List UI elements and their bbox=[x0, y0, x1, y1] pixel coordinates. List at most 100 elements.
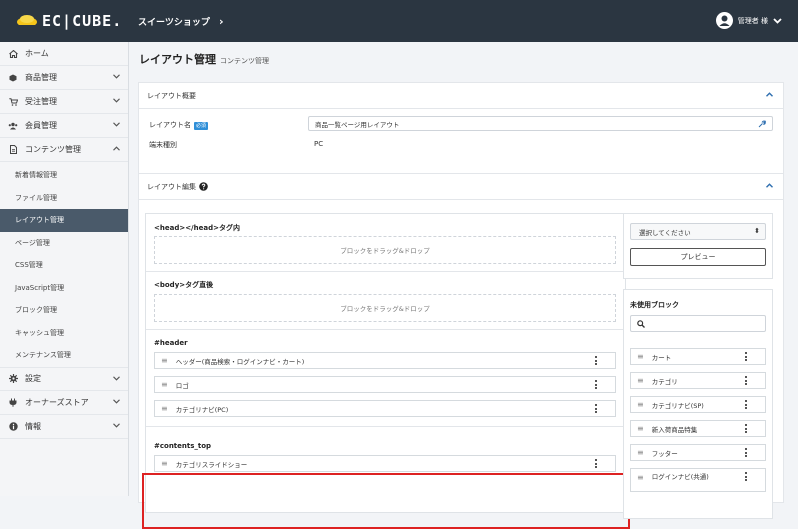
block-label: フッター bbox=[651, 449, 678, 458]
kebab-menu-icon[interactable] bbox=[595, 459, 597, 468]
drag-handle-icon[interactable]: ≡ bbox=[637, 473, 644, 482]
shop-link[interactable]: スイーツショップ › bbox=[138, 15, 224, 28]
kebab-menu-icon[interactable] bbox=[745, 472, 747, 481]
users-icon bbox=[7, 122, 19, 130]
sidebar-item-products[interactable]: 商品管理 bbox=[0, 66, 128, 90]
required-badge: 必須 bbox=[194, 122, 209, 130]
layout-name-label-text: レイアウト名 bbox=[149, 121, 191, 129]
block-category-nav-pc[interactable]: ≡ カテゴリナビ(PC) bbox=[154, 400, 616, 417]
head-zone-title: <head></head>タグ内 bbox=[154, 224, 240, 232]
file-icon bbox=[7, 145, 19, 154]
help-icon[interactable] bbox=[199, 182, 208, 191]
chevron-down-icon bbox=[113, 398, 120, 404]
sidebar-item-label: 商品管理 bbox=[25, 73, 57, 82]
edit-heading: レイアウト編集 bbox=[147, 182, 196, 191]
body-zone-title: <body>タグ直後 bbox=[154, 281, 214, 289]
sidebar-item-owners-store[interactable]: オーナーズストア bbox=[0, 391, 128, 415]
zone-divider bbox=[146, 271, 625, 272]
preview-button[interactable]: プレビュー bbox=[630, 248, 766, 266]
top-bar: EC|CUBE. スイーツショップ › 管理者 様 bbox=[0, 0, 798, 42]
user-label: 管理者 様 bbox=[737, 16, 768, 25]
sidebar-item-settings[interactable]: 設定 bbox=[0, 366, 128, 391]
drag-handle-icon[interactable]: ≡ bbox=[637, 376, 644, 385]
block-label: カート bbox=[651, 353, 672, 362]
overview-heading: レイアウト概要 bbox=[147, 91, 196, 100]
zone-divider bbox=[146, 426, 625, 427]
block-label: ヘッダー(商品検索・ログインナビ・カート) bbox=[175, 357, 305, 366]
unused-block-footer[interactable]: ≡ フッター bbox=[630, 444, 766, 461]
home-icon bbox=[7, 49, 19, 58]
drag-handle-icon[interactable]: ≡ bbox=[161, 404, 168, 413]
sidebar-item-label: 受注管理 bbox=[25, 97, 57, 106]
chevron-down-icon bbox=[773, 17, 782, 24]
drag-handle-icon[interactable]: ≡ bbox=[637, 448, 644, 457]
contents-top-zone-title: #contents_top bbox=[154, 442, 212, 450]
sidebar-subitem-maintenance[interactable]: メンテナンス管理 bbox=[0, 344, 128, 367]
kebab-menu-icon[interactable] bbox=[595, 380, 597, 389]
preview-panel: 選択してください ⬍ プレビュー bbox=[623, 213, 773, 279]
sidebar-subitem-cache[interactable]: キャッシュ管理 bbox=[0, 322, 128, 345]
logo[interactable]: EC|CUBE. bbox=[16, 11, 122, 31]
page-subtitle: コンテンツ管理 bbox=[220, 57, 269, 65]
edit-card-header[interactable]: レイアウト編集 bbox=[139, 174, 783, 200]
unused-block-category-nav-sp[interactable]: ≡ カテゴリナビ(SP) bbox=[630, 396, 766, 413]
layout-select[interactable]: 選択してください ⬍ bbox=[630, 223, 766, 240]
sidebar-subitem-layout[interactable]: レイアウト管理 bbox=[0, 209, 128, 232]
kebab-menu-icon[interactable] bbox=[745, 352, 747, 361]
main-content: レイアウト管理 コンテンツ管理 レイアウト概要 レイアウト名 必須 商品一覧ページ用… bbox=[129, 42, 798, 529]
chevron-down-icon bbox=[113, 375, 120, 381]
block-category-slideshow[interactable]: ≡ カテゴリスライドショー bbox=[154, 455, 616, 472]
block-label: ログインナビ(共通) bbox=[651, 473, 709, 481]
unused-search-input[interactable] bbox=[630, 315, 766, 332]
unused-block-login-nav[interactable]: ≡ ログインナビ(共通) bbox=[630, 468, 766, 492]
sidebar-item-contents[interactable]: コンテンツ管理 bbox=[0, 138, 128, 162]
shop-name: スイーツショップ bbox=[138, 18, 210, 28]
sidebar-item-label: ホーム bbox=[25, 49, 49, 58]
kebab-menu-icon[interactable] bbox=[745, 448, 747, 457]
kebab-menu-icon[interactable] bbox=[595, 404, 597, 413]
kebab-menu-icon[interactable] bbox=[745, 376, 747, 385]
sidebar-item-info[interactable]: 情報 bbox=[0, 415, 128, 439]
sidebar-subitem-files[interactable]: ファイル管理 bbox=[0, 187, 128, 210]
block-header-search-login-cart[interactable]: ≡ ヘッダー(商品検索・ログインナビ・カート) bbox=[154, 352, 616, 369]
sidebar-subitem-javascript[interactable]: JavaScript管理 bbox=[0, 277, 128, 300]
kebab-menu-icon[interactable] bbox=[745, 400, 747, 409]
sidebar-subitem-news[interactable]: 新着情報管理 bbox=[0, 164, 128, 187]
drag-handle-icon[interactable]: ≡ bbox=[637, 424, 644, 433]
head-drop-zone[interactable]: ブロックをドラッグ&ドロップ bbox=[154, 236, 616, 264]
body-drop-zone[interactable]: ブロックをドラッグ&ドロップ bbox=[154, 294, 616, 322]
sidebar-item-members[interactable]: 会員管理 bbox=[0, 114, 128, 138]
plug-icon bbox=[7, 398, 19, 407]
sidebar-item-label: 情報 bbox=[25, 421, 41, 431]
drag-handle-icon[interactable]: ≡ bbox=[637, 352, 644, 361]
sidebar-subitem-css[interactable]: CSS管理 bbox=[0, 254, 128, 277]
info-icon bbox=[7, 421, 19, 431]
drag-handle-icon[interactable]: ≡ bbox=[637, 400, 644, 409]
drag-handle-icon[interactable]: ≡ bbox=[161, 459, 168, 468]
unused-block-cart[interactable]: ≡ カート bbox=[630, 348, 766, 365]
unused-block-new-items[interactable]: ≡ 新入荷商品特集 bbox=[630, 420, 766, 437]
cart-icon bbox=[7, 97, 19, 106]
sidebar-subitem-pages[interactable]: ページ管理 bbox=[0, 232, 128, 255]
layout-name-input[interactable]: 商品一覧ページ用レイアウト bbox=[308, 116, 773, 131]
block-logo[interactable]: ≡ ロゴ bbox=[154, 376, 616, 393]
collapse-icon[interactable] bbox=[766, 92, 773, 97]
sidebar-item-orders[interactable]: 受注管理 bbox=[0, 90, 128, 114]
sidebar-item-label: 会員管理 bbox=[25, 121, 57, 130]
overview-card-header[interactable]: レイアウト概要 bbox=[139, 83, 783, 109]
user-menu[interactable]: 管理者 様 bbox=[715, 12, 782, 29]
collapse-icon[interactable] bbox=[766, 183, 773, 188]
kebab-menu-icon[interactable] bbox=[595, 356, 597, 365]
sidebar-item-home[interactable]: ホーム bbox=[0, 42, 128, 66]
logo-mark-icon bbox=[17, 15, 37, 27]
device-label: 端末種別 bbox=[149, 141, 177, 149]
chevron-down-icon bbox=[113, 74, 120, 79]
kebab-menu-icon[interactable] bbox=[745, 424, 747, 433]
drag-handle-icon[interactable]: ≡ bbox=[161, 356, 168, 365]
unused-block-category[interactable]: ≡ カテゴリ bbox=[630, 372, 766, 389]
block-label: ロゴ bbox=[175, 381, 189, 390]
drag-handle-icon[interactable]: ≡ bbox=[161, 380, 168, 389]
sidebar-subitem-blocks[interactable]: ブロック管理 bbox=[0, 299, 128, 322]
search-icon bbox=[637, 319, 645, 328]
layout-name-label: レイアウト名 必須 bbox=[149, 120, 209, 130]
